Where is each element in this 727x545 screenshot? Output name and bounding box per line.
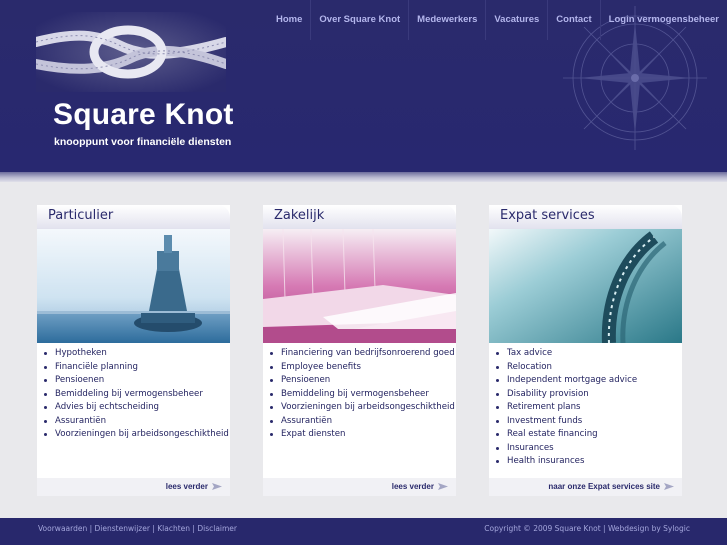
site-header: Square Knot knooppunt voor financiële di…	[0, 0, 727, 172]
list-item: Insurances	[489, 442, 682, 456]
nav-home[interactable]: Home	[268, 0, 310, 40]
list-item: Health insurances	[489, 455, 682, 469]
list-item: Voorzieningen bij arbeidsongeschiktheid	[37, 428, 230, 442]
footer-links: Voorwaarden | Dienstenwijzer | Klachten …	[38, 524, 237, 533]
list-item: Independent mortgage advice	[489, 374, 682, 388]
service-list: Hypotheken Financiële planning Pensioene…	[37, 347, 230, 442]
list-item: Tax advice	[489, 347, 682, 361]
column-footer: lees verder	[263, 478, 456, 496]
yachts-photo	[263, 229, 456, 343]
nav-medewerkers[interactable]: Medewerkers	[408, 0, 485, 40]
lees-verder-link[interactable]: lees verder	[392, 482, 448, 491]
list-item: Assurantiën	[263, 415, 456, 429]
arrow-right-icon	[438, 483, 448, 491]
footer-link-klachten[interactable]: Klachten	[157, 524, 190, 533]
list-item: Bemiddeling bij vermogensbeheer	[263, 388, 456, 402]
list-item: Expat diensten	[263, 428, 456, 442]
header-divider	[0, 172, 727, 182]
column-tab: Expat services	[489, 205, 682, 229]
column-expat-services: Expat services Tax advice Relocation Ind…	[489, 205, 682, 496]
list-item: Retirement plans	[489, 401, 682, 415]
list-item: Bemiddeling bij vermogensbeheer	[37, 388, 230, 402]
buoy-photo	[37, 229, 230, 343]
list-item: Financiële planning	[37, 361, 230, 375]
main-nav: Home Over Square Knot Medewerkers Vacatu…	[268, 0, 727, 40]
expat-site-link[interactable]: naar onze Expat services site	[548, 482, 674, 491]
column-title: Particulier	[48, 208, 114, 223]
brand-title: Square Knot	[53, 98, 234, 131]
list-item: Employee benefits	[263, 361, 456, 375]
link-label: lees verder	[391, 482, 434, 491]
arrow-right-icon	[212, 483, 222, 491]
service-list: Tax advice Relocation Independent mortga…	[489, 347, 682, 469]
column-zakelijk: Zakelijk Financiering van bedrijfsonroer…	[263, 205, 456, 496]
column-particulier: Particulier Hypotheken Financiële planni…	[37, 205, 230, 496]
nav-over-square-knot[interactable]: Over Square Knot	[310, 0, 408, 40]
footer-link-disclaimer[interactable]: Disclaimer	[197, 524, 237, 533]
knot-logo-image	[36, 12, 226, 92]
chain-photo	[489, 229, 682, 343]
column-footer: lees verder	[37, 478, 230, 496]
list-item: Disability provision	[489, 388, 682, 402]
column-title: Zakelijk	[274, 208, 325, 223]
list-item: Hypotheken	[37, 347, 230, 361]
nav-contact[interactable]: Contact	[547, 0, 599, 40]
column-title: Expat services	[500, 208, 595, 223]
link-label: naar onze Expat services site	[548, 482, 660, 491]
list-item: Voorzieningen bij arbeidsongeschiktheid	[263, 401, 456, 415]
list-item: Financiering van bedrijfsonroerend goed	[263, 347, 456, 361]
footer-link-dienstenwijzer[interactable]: Dienstenwijzer	[95, 524, 150, 533]
list-item: Real estate financing	[489, 428, 682, 442]
list-item: Investment funds	[489, 415, 682, 429]
service-list: Financiering van bedrijfsonroerend goed …	[263, 347, 456, 442]
column-footer: naar onze Expat services site	[489, 478, 682, 496]
footer-link-voorwaarden[interactable]: Voorwaarden	[38, 524, 87, 533]
list-item: Pensioenen	[37, 374, 230, 388]
nav-vacatures[interactable]: Vacatures	[485, 0, 547, 40]
footer-copyright: Copyright © 2009 Square Knot | Webdesign…	[484, 524, 690, 533]
column-tab: Zakelijk	[263, 205, 456, 229]
nav-login-vermogensbeheer[interactable]: Login vermogensbeheer	[599, 0, 727, 40]
list-item: Relocation	[489, 361, 682, 375]
arrow-right-icon	[664, 483, 674, 491]
lees-verder-link[interactable]: lees verder	[166, 482, 222, 491]
site-footer: Voorwaarden | Dienstenwijzer | Klachten …	[0, 518, 727, 545]
list-item: Advies bij echtscheiding	[37, 401, 230, 415]
column-tab: Particulier	[37, 205, 230, 229]
list-item: Pensioenen	[263, 374, 456, 388]
list-item: Assurantiën	[37, 415, 230, 429]
brand-tagline: knooppunt voor financiële diensten	[54, 136, 232, 148]
link-label: lees verder	[165, 482, 208, 491]
